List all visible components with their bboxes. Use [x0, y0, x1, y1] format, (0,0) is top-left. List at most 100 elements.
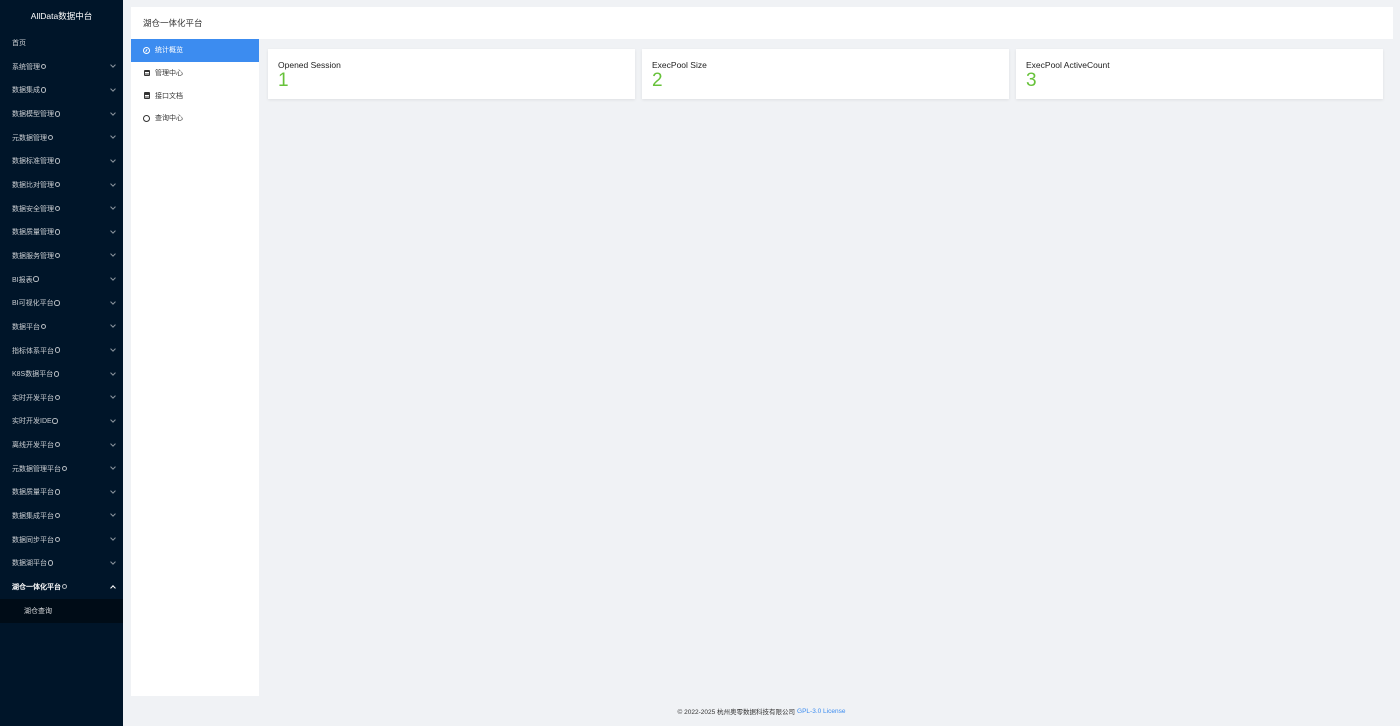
question-icon [54, 205, 60, 212]
sidebar-item-system[interactable]: 系统管理 [0, 55, 123, 79]
chevron-down-icon [110, 86, 116, 92]
chevron-down-icon [110, 535, 116, 541]
calendar-icon [143, 69, 150, 77]
circle-icon [143, 114, 150, 122]
menu-item-query[interactable]: 查询中心 [131, 107, 259, 130]
chevron-down-icon [110, 227, 116, 234]
sidebar-item-compare[interactable]: 数据比对管理 [0, 173, 123, 197]
sidebar-item-bi-visual[interactable]: BI可视化平台 [0, 291, 123, 315]
dashboard-icon [143, 46, 150, 54]
sidebar-item-offline[interactable]: 离线开发平台 [0, 433, 123, 457]
sidebar-item-metadata-platform[interactable]: 元数据管理平台 [0, 457, 123, 481]
chevron-down-icon [110, 511, 116, 518]
menu-item-api-docs[interactable]: 接口文档 [131, 84, 259, 107]
sidebar-item-label: 数据比对管理 [12, 182, 54, 190]
question-icon [54, 512, 60, 519]
sidebar-subitem-lakehouse-query[interactable]: 湖仓查询 [0, 599, 123, 623]
page-header: 湖仓一体化平台 [131, 7, 1393, 39]
question-icon [54, 252, 60, 259]
sidebar-item-service[interactable]: 数据服务管理 [0, 244, 123, 268]
license-link[interactable]: GPL-3.0 License [797, 708, 845, 715]
sidebar-item-label: 数据质量管理 [12, 229, 54, 237]
question-icon [54, 394, 60, 401]
sidebar-item-realtime[interactable]: 实时开发平台 [0, 386, 123, 410]
sidebar-item-integration[interactable]: 数据集成 [0, 79, 123, 103]
footer-copyright: © 2022-2025 杭州奥零数据科技有限公司 [677, 709, 796, 716]
chevron-down-icon [110, 369, 116, 376]
sidebar: AllData数据中台 首页 系统管理 数据集成 数据模型管理 元数据管理 数据… [0, 0, 123, 726]
chevron-down-icon [110, 393, 116, 400]
stat-card-execpool-size: ExecPool Size 2 [642, 49, 1009, 99]
sidebar-item-label: K8S数据平台 [12, 371, 54, 379]
main-content: Opened Session 1 ExecPool Size 2 ExecPoo… [259, 39, 1393, 696]
sidebar-item-lake-platform[interactable]: 数据湖平台 [0, 551, 123, 575]
footer: © 2022-2025 杭州奥零数据科技有限公司 GPL-3.0 License [123, 696, 1400, 726]
sidebar-item-label: 数据标准管理 [12, 158, 54, 166]
sidebar-item-metadata[interactable]: 元数据管理 [0, 126, 123, 150]
sidebar-item-label: 元数据管理 [12, 134, 47, 142]
question-icon [33, 276, 39, 282]
page-title: 湖仓一体化平台 [143, 18, 203, 28]
secondary-menu: 统计概览 管理中心 接口文档 查询中心 [131, 39, 259, 696]
question-icon [54, 181, 60, 188]
chevron-down-icon [110, 133, 116, 140]
chevron-up-icon [110, 585, 116, 591]
sidebar-item-data-platform[interactable]: 数据平台 [0, 315, 123, 339]
sidebar-submenu: 湖仓查询 [0, 598, 123, 623]
sidebar-item-label: 数据服务管理 [12, 252, 54, 260]
stat-card-opened-session: Opened Session 1 [268, 49, 635, 99]
chevron-down-icon [110, 346, 116, 352]
question-icon [54, 536, 60, 543]
question-icon [40, 63, 46, 70]
menu-item-label: 统计概览 [155, 47, 183, 55]
sidebar-item-label: BI报表 [12, 276, 33, 284]
app-logo[interactable]: AllData数据中台 [0, 0, 123, 31]
sidebar-item-label: 数据集成 [12, 87, 40, 95]
sidebar-item-label: 离线开发平台 [12, 442, 54, 450]
sidebar-item-metrics[interactable]: 指标体系平台 [0, 339, 123, 363]
sidebar-item-standard[interactable]: 数据标准管理 [0, 150, 123, 174]
sidebar-item-quality-platform[interactable]: 数据质量平台 [0, 481, 123, 505]
chevron-down-icon [110, 322, 116, 329]
sidebar-item-home[interactable]: 首页 [0, 31, 123, 55]
sidebar-item-integration-platform[interactable]: 数据集成平台 [0, 504, 123, 528]
sidebar-item-label: 数据安全管理 [12, 205, 54, 213]
sidebar-item-label: 首页 [12, 40, 26, 47]
menu-item-label: 查询中心 [155, 115, 183, 123]
chevron-down-icon [110, 62, 116, 69]
chevron-down-icon [110, 558, 116, 565]
menu-item-overview[interactable]: 统计概览 [131, 39, 259, 62]
sidebar-item-label: 数据平台 [12, 323, 40, 331]
chevron-down-icon [110, 298, 116, 305]
sidebar-item-label: BI可视化平台 [12, 300, 54, 308]
sidebar-item-bi-report[interactable]: BI报表 [0, 268, 123, 292]
question-icon [52, 418, 58, 424]
sidebar-item-realtime-ide[interactable]: 实时开发IDE [0, 410, 123, 434]
sidebar-item-label: 实时开发IDE [12, 418, 52, 426]
chevron-down-icon [110, 464, 116, 471]
sidebar-item-k8s[interactable]: K8S数据平台 [0, 362, 123, 386]
sidebar-item-lakehouse[interactable]: 湖仓一体化平台 [0, 575, 123, 599]
sidebar-item-label: 数据质量平台 [12, 489, 54, 497]
stat-card-title: Opened Session [278, 60, 341, 70]
question-icon [54, 158, 60, 164]
chevron-down-icon [110, 488, 116, 494]
menu-item-management[interactable]: 管理中心 [131, 62, 259, 85]
sidebar-item-sync-platform[interactable]: 数据同步平台 [0, 528, 123, 552]
question-icon [54, 111, 60, 117]
question-icon [54, 300, 60, 306]
question-icon [53, 371, 60, 377]
sidebar-item-label: 元数据管理平台 [12, 465, 61, 473]
question-icon [40, 323, 46, 330]
sidebar-item-model[interactable]: 数据模型管理 [0, 102, 123, 126]
sidebar-nav: 首页 系统管理 数据集成 数据模型管理 元数据管理 数据标准管理 数据比对管理 … [0, 31, 123, 599]
stat-card-value: 2 [652, 70, 663, 91]
chevron-down-icon [110, 109, 116, 116]
sidebar-item-label: 指标体系平台 [12, 347, 54, 355]
sidebar-item-label: 湖仓一体化平台 [12, 583, 61, 591]
sidebar-item-security[interactable]: 数据安全管理 [0, 197, 123, 221]
sidebar-item-quality[interactable]: 数据质量管理 [0, 220, 123, 244]
stat-card-title: ExecPool Size [652, 60, 707, 70]
chevron-down-icon [110, 417, 116, 423]
sidebar-item-label: 数据湖平台 [12, 560, 47, 568]
